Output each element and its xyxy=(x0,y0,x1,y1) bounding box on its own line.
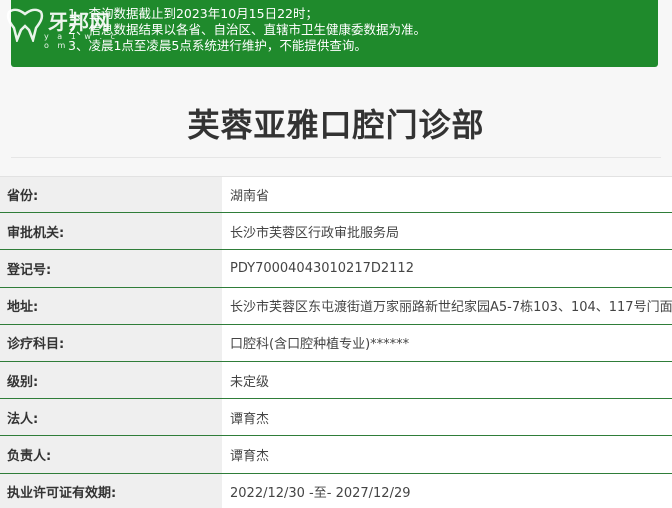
notice-banner: 1、查询数据截止到2023年10月15日22时； 2、信息数据结果以各省、自治区… xyxy=(11,0,658,67)
field-value: 长沙市芙蓉区行政审批服务局 xyxy=(222,213,672,250)
notice-line-1: 1、查询数据截止到2023年10月15日22时； xyxy=(68,6,318,21)
field-label: 级别: xyxy=(0,361,222,399)
field-value: 谭育杰 xyxy=(222,399,672,436)
field-label: 登记号: xyxy=(0,250,222,287)
table-row-province: 省份: 湖南省 xyxy=(0,176,672,214)
field-label: 诊疗科目: xyxy=(0,324,222,361)
field-value: PDY70004043010217D2112 xyxy=(222,250,672,287)
table-row-license-validity: 执业许可证有效期: 2022/12/30 -至- 2027/12/29 xyxy=(0,473,672,508)
field-value: 2022/12/30 -至- 2027/12/29 xyxy=(222,473,672,508)
table-row-level: 级别: 未定级 xyxy=(0,361,672,400)
field-label: 法人: xyxy=(0,399,222,436)
field-label: 负责人: xyxy=(0,436,222,473)
field-value: 长沙市芙蓉区东屯渡街道万家丽路新世纪家园A5-7栋103、104、117号门面 xyxy=(222,287,672,324)
table-row-registration-number: 登记号: PDY70004043010217D2112 xyxy=(0,250,672,288)
field-value: 湖南省 xyxy=(222,177,672,213)
table-row-legal-person: 法人: 谭育杰 xyxy=(0,399,672,437)
field-value: 未定级 xyxy=(222,361,672,399)
field-label: 地址: xyxy=(0,287,222,324)
clinic-info-table: 省份: 湖南省 审批机关: 长沙市芙蓉区行政审批服务局 登记号: PDY7000… xyxy=(0,176,672,508)
table-row-address: 地址: 长沙市芙蓉区东屯渡街道万家丽路新世纪家园A5-7栋103、104、117… xyxy=(0,287,672,325)
table-row-departments: 诊疗科目: 口腔科(含口腔种植专业)****** xyxy=(0,324,672,362)
notice-line-2: 2、信息数据结果以各省、自治区、直辖市卫生健康委数据为准。 xyxy=(68,22,426,37)
field-value: 谭育杰 xyxy=(222,436,672,473)
field-label: 省份: xyxy=(0,177,222,213)
table-row-person-in-charge: 负责人: 谭育杰 xyxy=(0,436,672,474)
page-title: 芙蓉亚雅口腔门诊部 xyxy=(187,106,485,144)
title-divider xyxy=(11,157,661,158)
table-row-approval-authority: 审批机关: 长沙市芙蓉区行政审批服务局 xyxy=(0,213,672,251)
notice-line-3: 3、凌晨1点至凌晨5点系统进行维护，不能提供查询。 xyxy=(68,38,367,53)
field-label: 执业许可证有效期: xyxy=(0,473,222,508)
field-value: 口腔科(含口腔种植专业)****** xyxy=(222,324,672,361)
field-label: 审批机关: xyxy=(0,213,222,250)
